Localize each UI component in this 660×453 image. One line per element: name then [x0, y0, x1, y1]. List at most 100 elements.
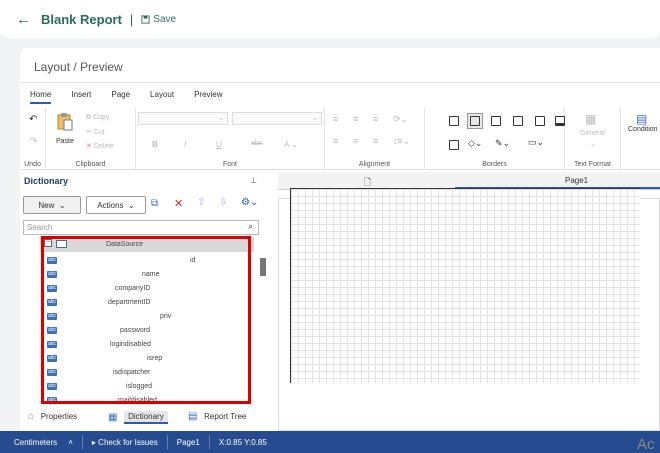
ribbon-tabs: Home Insert Page Layout Preview	[30, 90, 243, 104]
check-issues-button[interactable]: ▸ Check for Issues	[83, 435, 168, 449]
align-left-icon[interactable]: ≡	[333, 114, 338, 124]
calendar-icon[interactable]: ▦	[585, 112, 596, 126]
conditions-label[interactable]: Condition	[628, 126, 658, 133]
delete-button[interactable]: ✕ Delete	[86, 142, 114, 150]
border-all-icon[interactable]	[449, 116, 459, 126]
chevron-down-icon: ⌄	[590, 141, 596, 148]
move-down-icon[interactable]: ⇩	[219, 197, 227, 208]
page-tab[interactable]: Page1	[565, 176, 588, 185]
tab-report-tree[interactable]: ▤ Report Tree	[188, 411, 246, 422]
line-spacing-icon[interactable]: ↕≡⌄	[393, 136, 410, 147]
undo-label: Undo	[24, 161, 41, 168]
search-icon[interactable]: ⌕	[248, 221, 253, 232]
move-up-icon[interactable]: ⇧	[197, 197, 205, 208]
edit-icon[interactable]: ⧉	[151, 198, 158, 209]
underline-icon[interactable]: U	[216, 140, 222, 149]
bold-icon[interactable]: B	[152, 140, 158, 149]
align-top-icon[interactable]: ≡	[333, 136, 338, 146]
check-label: Check for Issues	[98, 437, 158, 447]
tab-page[interactable]: Page	[111, 90, 130, 104]
dictionary-title: Dictionary	[24, 176, 69, 186]
cut-button[interactable]: ✂ Cut	[86, 128, 105, 136]
tab-properties[interactable]: ⌂ Properties	[28, 411, 77, 422]
status-coords: X:0.85 Y:0.85	[218, 437, 267, 447]
alignment-group: ≡ ≡ ≡ ⟳⌄ ≡ ≡ ≡ ↕≡⌄ Alignment	[325, 108, 425, 170]
actions-label: Actions	[97, 200, 124, 210]
strikethrough-icon[interactable]: abc	[251, 140, 262, 147]
save-icon	[141, 14, 150, 24]
align-middle-icon[interactable]: ≡	[353, 136, 358, 146]
chevron-down-icon: ⌄	[127, 200, 135, 210]
copy-button[interactable]: ⧉ Copy	[86, 114, 109, 122]
align-center-icon[interactable]: ≡	[353, 114, 358, 124]
settings-icon[interactable]: ⚙⌄	[241, 197, 258, 208]
delete-icon[interactable]: ✕	[174, 197, 183, 210]
border-bottom-icon[interactable]	[555, 116, 565, 126]
font-group: ⌄ ⌄ B I U abc A ⌄ Font	[136, 108, 325, 170]
clipboard-label: Clipboard	[75, 161, 106, 168]
border-none-icon[interactable]	[449, 140, 459, 150]
watermark: Ac	[637, 436, 655, 453]
back-arrow-icon[interactable]: ←	[16, 11, 31, 28]
status-bar: Centimeters ˄ ▸ Check for Issues Page1 X…	[0, 431, 660, 453]
units-selector[interactable]: Centimeters ˄	[0, 435, 83, 449]
save-label: Save	[153, 13, 177, 25]
italic-icon[interactable]: I	[184, 140, 186, 149]
tree-icon: ▤	[188, 411, 198, 422]
pen-color-icon[interactable]: ✎⌄	[495, 138, 510, 149]
border-left-icon[interactable]	[491, 116, 501, 126]
tab-home[interactable]: Home	[30, 90, 52, 104]
cut-label: Cut	[93, 129, 105, 136]
title-separator: |	[129, 11, 134, 27]
tab-preview[interactable]: Preview	[194, 90, 222, 104]
panel-tabs: ⌂ Properties ▦ Dictionary ▤ Report Tree	[20, 408, 270, 430]
borders-group: ◇⌄ ✎⌄ ▭⌄ Borders	[425, 108, 565, 170]
clipboard-group: Paste ⧉ Copy ✂ Cut ✕ Delete Clipboard	[46, 108, 136, 170]
actions-button[interactable]: Actions ⌄	[86, 196, 146, 214]
font-color-icon[interactable]: A ⌄	[284, 140, 298, 149]
font-family-select[interactable]: ⌄	[138, 112, 228, 125]
new-label: New	[38, 200, 55, 210]
align-right-icon[interactable]: ≡	[373, 114, 378, 124]
chevron-down-icon: ⌄	[312, 115, 318, 122]
top-bar: ← Blank Report | Save	[0, 0, 660, 38]
general-label[interactable]: General	[580, 130, 605, 137]
font-size-select[interactable]: ⌄	[232, 112, 322, 125]
save-button[interactable]: Save	[141, 14, 176, 25]
border-selected-button[interactable]	[467, 113, 483, 129]
search-input[interactable]: Search	[23, 220, 259, 235]
undo-icon[interactable]: ↶	[29, 114, 37, 125]
border-top-icon[interactable]	[535, 116, 545, 126]
paste-icon[interactable]	[56, 112, 74, 132]
pin-icon[interactable]: ⊥	[250, 176, 257, 185]
border-right-icon[interactable]	[513, 116, 523, 126]
report-tree-label: Report Tree	[204, 412, 247, 421]
fill-color-icon[interactable]: ◇⌄	[468, 138, 482, 149]
alignment-label: Alignment	[358, 161, 391, 168]
report-page[interactable]	[290, 188, 640, 383]
undo-group: ↶ ↷ Undo	[20, 108, 46, 170]
play-icon: ▸	[91, 437, 96, 447]
copy-label: Copy	[92, 114, 110, 121]
border-style-icon[interactable]: ▭⌄	[528, 137, 544, 148]
tab-layout[interactable]: Layout	[150, 90, 174, 104]
conditions-icon[interactable]: ▤	[636, 112, 647, 126]
database-icon: ▦	[108, 412, 118, 423]
panel-title: Layout / Preview	[34, 60, 123, 74]
new-button[interactable]: New ⌄	[23, 196, 81, 214]
tab-dictionary[interactable]: ▦ Dictionary	[108, 411, 168, 424]
align-bottom-icon[interactable]: ≡	[373, 136, 378, 146]
chevron-down-icon: ⌄	[58, 200, 66, 210]
delete-icon: ✕	[86, 143, 92, 150]
ribbon: ↶ ↷ Undo Paste ⧉ Copy ✂ Cut ✕ Delete Cli…	[20, 108, 660, 170]
font-label: Font	[222, 161, 237, 168]
divider	[20, 82, 660, 83]
tab-insert[interactable]: Insert	[71, 90, 91, 104]
paste-label[interactable]: Paste	[56, 138, 74, 145]
tree-scrollbar[interactable]	[260, 258, 266, 276]
report-title: Blank Report	[41, 11, 122, 27]
status-page: Page1	[168, 435, 210, 449]
chevron-up-icon: ˄	[68, 437, 73, 447]
redo-icon[interactable]: ↷	[29, 136, 37, 147]
rotate-icon[interactable]: ⟳⌄	[393, 114, 408, 125]
